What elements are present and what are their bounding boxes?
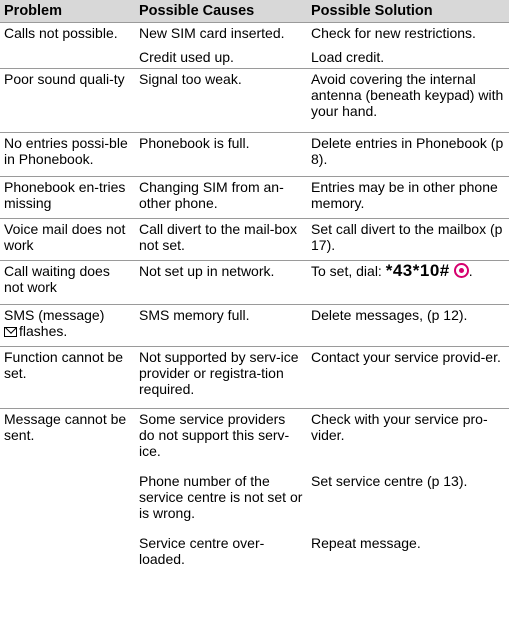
table-row: Message cannot be sent. Some service pro… (0, 408, 509, 471)
table-row: Service centre over-loaded. Repeat messa… (0, 533, 509, 573)
table-row: Voice mail does not work Call divert to … (0, 218, 509, 261)
problem-cell: No entries possi-ble in Phonebook. (0, 132, 135, 177)
solution-cell: Check with your service pro-vider. (307, 408, 509, 471)
cause-cell: New SIM card inserted. (135, 22, 307, 47)
cause-cell: Call divert to the mail-box not set. (135, 218, 307, 261)
solution-cell: Avoid covering the internal antenna (ben… (307, 68, 509, 133)
solution-cell: Delete entries in Phonebook (p 8). (307, 132, 509, 177)
problem-cell: Call waiting does not work (0, 260, 135, 305)
solution-cell: Set service centre (p 13). (311, 472, 468, 489)
solution-prefix: To set, dial: (311, 263, 382, 279)
cause-cell: Credit used up. (139, 48, 234, 65)
solution-cell: Contact your service provid-er. (307, 346, 509, 409)
problem-cell: Poor sound quali-ty (0, 68, 135, 133)
table-row: Function cannot be set. Not supported by… (0, 346, 509, 409)
solution-cell: Entries may be in other phone memory. (307, 176, 509, 219)
header-row: Problem Possible Causes Possible Solutio… (0, 0, 509, 23)
problem-cell (0, 471, 135, 533)
problem-cell: Phonebook en-tries missing (0, 176, 135, 219)
solution-cell: Repeat message. (311, 534, 421, 551)
problem-cell (0, 47, 135, 69)
problem-cell: Message cannot be sent. (0, 408, 135, 471)
solution-cell: Load credit. (311, 48, 385, 65)
problem-cell: SMS (message) flashes. (0, 304, 135, 347)
cause-cell: SMS memory full. (135, 304, 307, 347)
problem-cell: Calls not possible. (0, 22, 135, 47)
problem-cell (0, 533, 135, 573)
table-row: No entries possi-ble in Phonebook. Phone… (0, 132, 509, 177)
solution-cell: Check for new restrictions. (307, 22, 509, 47)
cause-cell: Changing SIM from an-other phone. (135, 176, 307, 219)
table-row: Phonebook en-tries missing Changing SIM … (0, 176, 509, 219)
cause-cell: Phone number of the service centre is no… (139, 472, 303, 521)
solution-cell: To set, dial: *43*10#. (307, 260, 509, 305)
problem-cell: Voice mail does not work (0, 218, 135, 261)
problem-suffix: flashes. (19, 323, 68, 339)
cause-cell: Phonebook is full. (135, 132, 307, 177)
cause-cell: Service centre over-loaded. (139, 534, 265, 567)
table-row: Calls not possible. New SIM card inserte… (0, 22, 509, 47)
envelope-icon (4, 327, 17, 337)
header-problem: Problem (0, 0, 135, 23)
cause-cell: Not supported by serv-ice provider or re… (135, 346, 307, 409)
table-row: Poor sound quali-ty Signal too weak. Avo… (0, 68, 509, 133)
cause-cell: Not set up in network. (135, 260, 307, 305)
table-row: SMS (message) flashes. SMS memory full. … (0, 304, 509, 347)
solution-cell: Set call divert to the mailbox (p 17). (307, 218, 509, 261)
table-row: Credit used up. Load credit. (0, 47, 509, 69)
problem-prefix: SMS (message) (4, 307, 105, 323)
cause-cell: Some service providers do not support th… (135, 408, 307, 471)
table-row: Call waiting does not work Not set up in… (0, 260, 509, 305)
solution-cell: Delete messages, (p 12). (307, 304, 509, 347)
header-causes: Possible Causes (135, 0, 307, 23)
select-key-icon (453, 263, 469, 278)
troubleshooting-table: Problem Possible Causes Possible Solutio… (0, 0, 509, 573)
table-row: Phone number of the service centre is no… (0, 471, 509, 533)
problem-cell: Function cannot be set. (0, 346, 135, 409)
cause-cell: Signal too weak. (135, 68, 307, 133)
dial-code: *43*10# (385, 261, 450, 280)
header-solution: Possible Solution (307, 0, 509, 23)
